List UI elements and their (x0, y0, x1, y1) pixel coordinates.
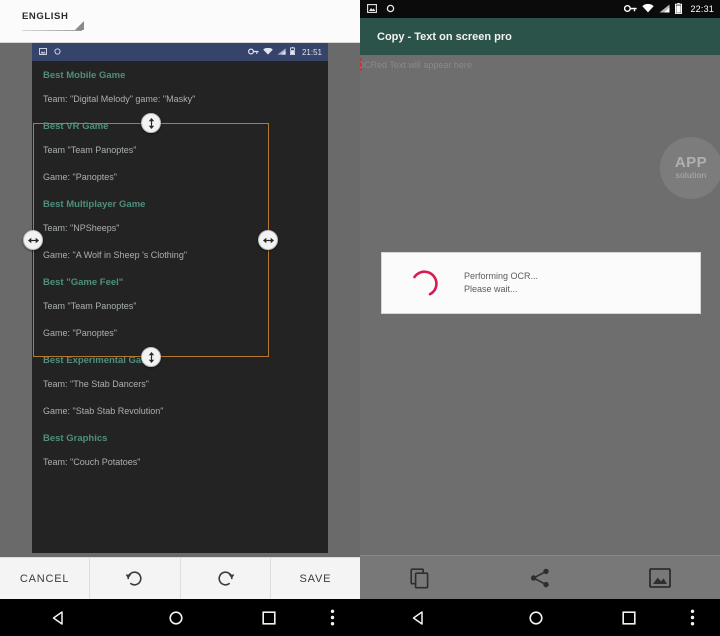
left-screen-crop-editor: ENGLISH (0, 0, 360, 636)
award-line: Team: "NPSheeps" (43, 223, 318, 234)
rotate-counterclockwise-button[interactable] (90, 558, 180, 599)
language-spinner-underline (22, 30, 82, 31)
key-icon (248, 48, 259, 57)
dropdown-triangle-icon (75, 21, 84, 30)
circle-icon (386, 4, 395, 15)
image-icon (367, 4, 377, 15)
image-icon (649, 568, 671, 588)
loading-spinner-icon (400, 267, 450, 299)
back-triangle-icon (51, 610, 67, 626)
dialog-line-2: Please wait... (464, 283, 538, 296)
award-heading: Best Experimental Game (43, 355, 318, 367)
screenshot-root: ENGLISH (0, 0, 720, 636)
language-bar: ENGLISH (0, 0, 360, 43)
wifi-icon (642, 4, 654, 15)
signal-icon (659, 4, 670, 15)
cancel-button[interactable]: CANCEL (0, 558, 90, 599)
performing-ocr-dialog: Performing OCR... Please wait... (381, 252, 701, 314)
recents-square-icon (622, 611, 636, 625)
nav-recents-button[interactable] (594, 611, 664, 625)
key-icon (624, 4, 637, 15)
award-line: Team: "Couch Potatoes" (43, 457, 318, 468)
award-heading: Best Graphics (43, 433, 318, 445)
overflow-dots-icon (330, 609, 335, 626)
photo-text-content: Best Mobile Game Team: "Digital Melody" … (32, 61, 328, 468)
award-line: Game: "Stab Stab Revolution" (43, 406, 318, 417)
watermark-line-2: solution (676, 170, 707, 181)
home-circle-icon (168, 610, 184, 626)
dialog-message: Performing OCR... Please wait... (464, 270, 538, 296)
overflow-dots-icon (690, 609, 695, 626)
status-bar-time: 22:31 (690, 4, 714, 14)
award-line: Game: "Panoptes" (43, 172, 318, 183)
award-heading: Best Mobile Game (43, 70, 318, 82)
nav-overflow-button[interactable] (304, 609, 360, 626)
gallery-button[interactable] (600, 568, 720, 588)
back-triangle-icon (411, 610, 427, 626)
android-status-bar: 22:31 (360, 0, 720, 18)
copy-button[interactable] (360, 567, 480, 589)
award-line: Team: "Digital Melody" game: "Masky" (43, 94, 318, 105)
save-button[interactable]: SAVE (271, 558, 360, 599)
nav-home-button[interactable] (477, 610, 594, 626)
recents-square-icon (262, 611, 276, 625)
image-icon (39, 48, 47, 57)
award-heading: Best VR Game (43, 121, 318, 133)
nav-recents-button[interactable] (234, 611, 304, 625)
rotate-clockwise-icon (215, 568, 236, 589)
right-screen-ocr-app: 22:31 Copy - Text on screen pro OCRed Te… (360, 0, 720, 636)
crop-handle-bottom[interactable] (141, 347, 161, 367)
crop-handle-left[interactable] (23, 230, 43, 250)
crop-handle-right[interactable] (258, 230, 278, 250)
photo-preview[interactable]: 21:51 Best Mobile Game Team: "Digital Me… (32, 43, 328, 553)
award-line: Game: "Panoptes" (43, 328, 318, 339)
watermark-line-1: APP (675, 155, 707, 170)
dialog-line-1: Performing OCR... (464, 270, 538, 283)
copy-icon (409, 567, 431, 589)
photo-status-bar: 21:51 (32, 43, 328, 61)
crop-stage[interactable]: 21:51 Best Mobile Game Team: "Digital Me… (0, 43, 360, 557)
crop-handle-top[interactable] (141, 113, 161, 133)
award-line: Game: "A Wolf in Sheep 's Clothing" (43, 250, 318, 261)
rotate-counterclockwise-icon (124, 568, 145, 589)
android-nav-bar-left (0, 599, 360, 636)
home-circle-icon (528, 610, 544, 626)
battery-icon (290, 47, 295, 57)
android-nav-bar-right (360, 599, 720, 636)
app-solution-watermark: APP solution (660, 137, 720, 199)
nav-back-button[interactable] (0, 610, 117, 626)
award-line: Team "Team Panoptes" (43, 145, 318, 156)
app-bar: Copy - Text on screen pro (360, 18, 720, 55)
share-button[interactable] (480, 567, 600, 589)
award-heading: Best "Game Feel" (43, 277, 318, 289)
award-line: Team: "The Stab Dancers" (43, 379, 318, 390)
award-heading: Best Multiplayer Game (43, 199, 318, 211)
ocr-action-toolbar (360, 555, 720, 599)
language-spinner[interactable]: ENGLISH (22, 11, 84, 31)
rotate-clockwise-button[interactable] (181, 558, 271, 599)
ocr-text-area[interactable]: OCRed Text will appear here APP solution… (360, 55, 720, 555)
ocr-placeholder-text: OCRed Text will appear here (360, 60, 472, 70)
signal-icon (277, 48, 286, 57)
app-bar-title: Copy - Text on screen pro (377, 31, 512, 43)
photo-status-bar-time: 21:51 (302, 48, 322, 57)
crop-editor-toolbar: CANCEL SAVE (0, 557, 360, 599)
nav-overflow-button[interactable] (664, 609, 720, 626)
award-line: Team "Team Panoptes" (43, 301, 318, 312)
wifi-icon (263, 48, 273, 57)
battery-icon (675, 3, 682, 16)
share-icon (529, 567, 551, 589)
nav-home-button[interactable] (117, 610, 234, 626)
nav-back-button[interactable] (360, 610, 477, 626)
circle-icon (54, 48, 61, 57)
